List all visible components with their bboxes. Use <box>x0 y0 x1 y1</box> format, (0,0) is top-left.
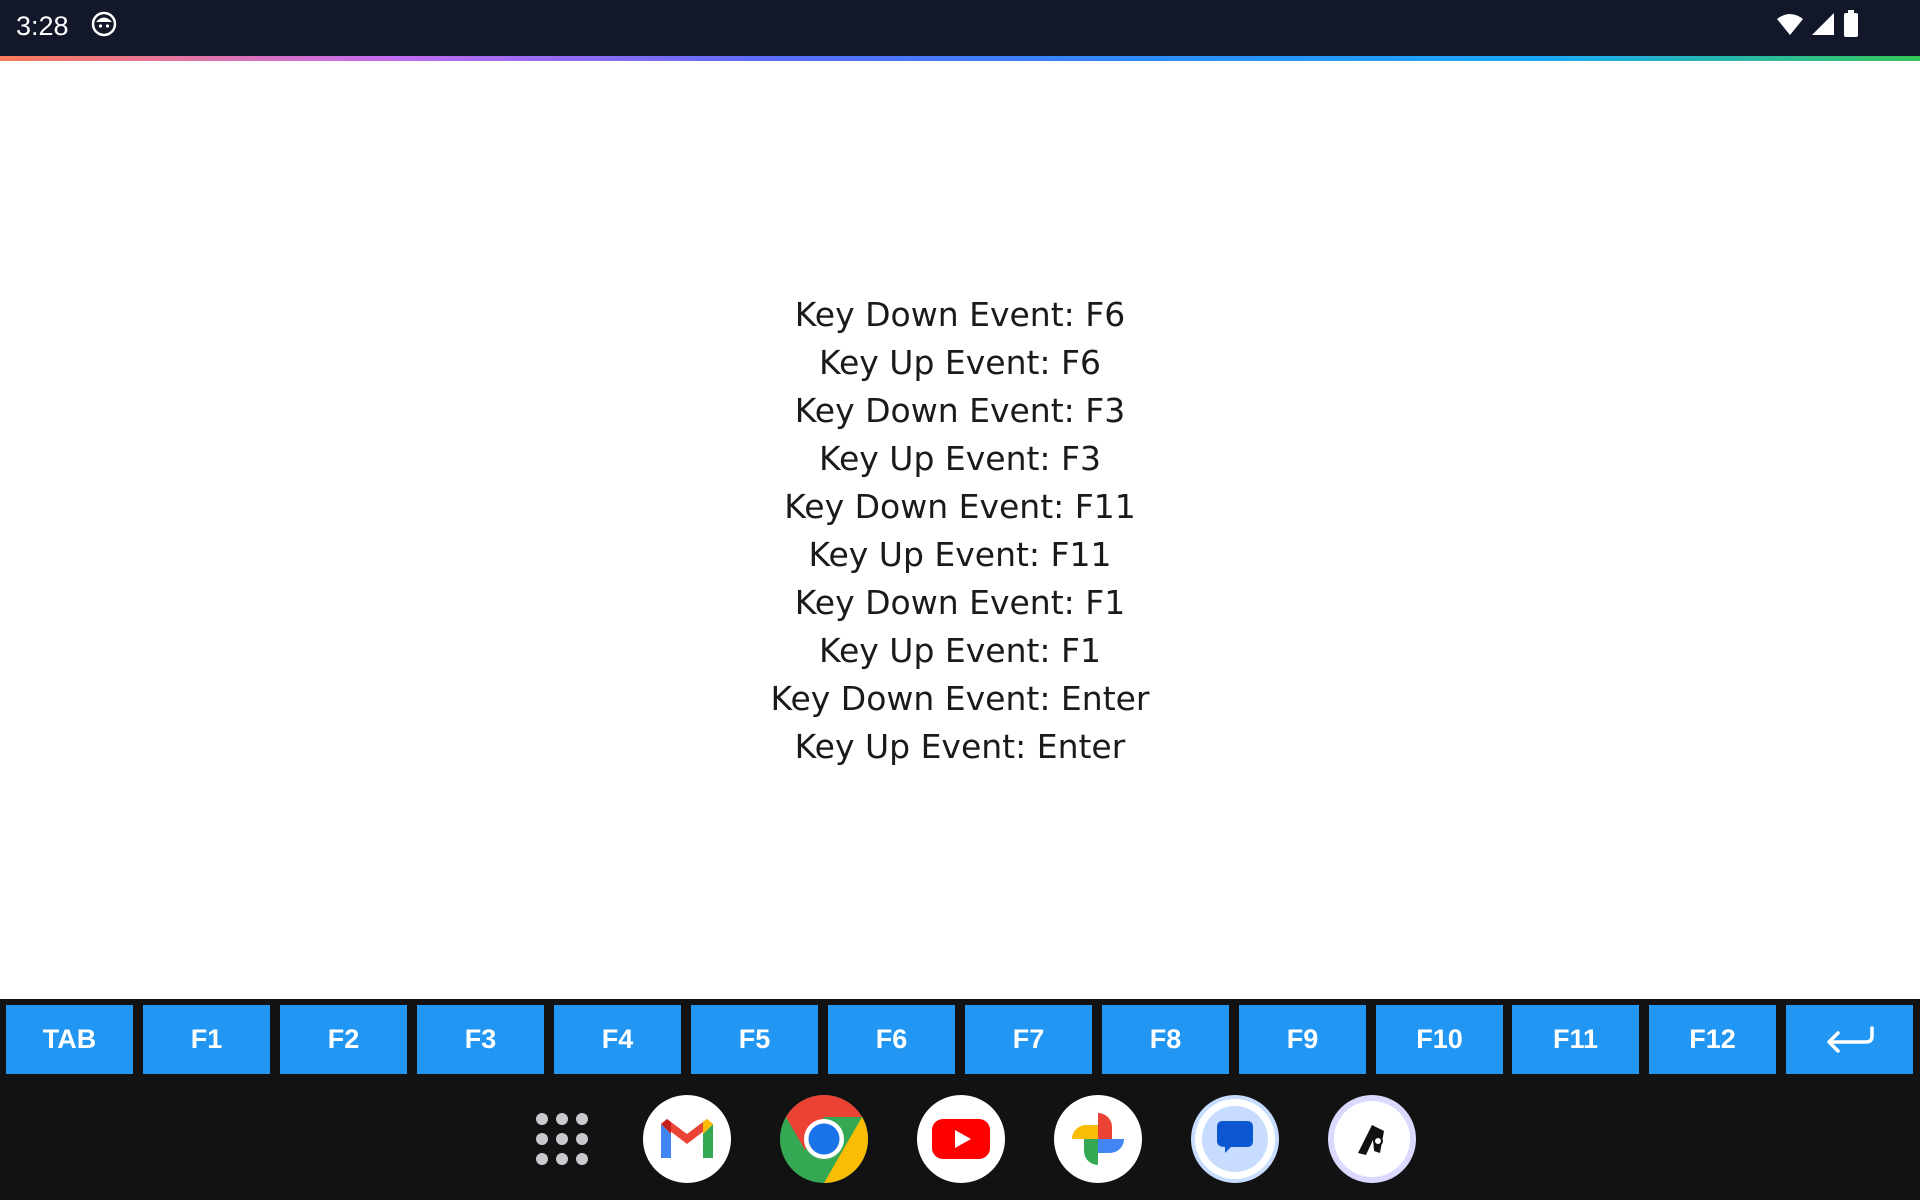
function-key-bar: TAB F1 F2 F3 F4 F5 F6 F7 F8 F9 F10 F11 F… <box>0 999 1920 1084</box>
chrome-app[interactable] <box>780 1095 868 1183</box>
custom-app-icon <box>1334 1101 1410 1177</box>
key-f2-button[interactable]: F2 <box>280 1005 407 1074</box>
event-line: Key Up Event: Enter <box>794 727 1126 766</box>
chrome-icon <box>780 1095 868 1183</box>
cellular-signal-icon <box>1812 13 1834 35</box>
status-time: 3:28 <box>16 11 69 41</box>
app-grid-icon[interactable] <box>534 1111 590 1167</box>
event-line: Key Down Event: F1 <box>794 583 1126 622</box>
key-f1-button[interactable]: F1 <box>143 1005 270 1074</box>
messages-icon <box>1195 1099 1275 1179</box>
key-f11-button[interactable]: F11 <box>1512 1005 1639 1074</box>
youtube-app[interactable] <box>917 1095 1005 1183</box>
battery-icon <box>1844 10 1858 37</box>
messages-app[interactable] <box>1191 1095 1279 1183</box>
event-line: Key Down Event: Enter <box>770 679 1150 718</box>
face-icon <box>91 11 117 37</box>
key-f4-button[interactable]: F4 <box>554 1005 681 1074</box>
photos-app[interactable] <box>1054 1095 1142 1183</box>
key-f12-button[interactable]: F12 <box>1649 1005 1776 1074</box>
wifi-icon <box>1777 14 1803 35</box>
key-f3-button[interactable]: F3 <box>417 1005 544 1074</box>
event-log-area: Key Down Event: F6 Key Up Event: F6 Key … <box>0 61 1920 999</box>
key-f9-button[interactable]: F9 <box>1239 1005 1366 1074</box>
status-icons <box>1776 10 1860 38</box>
event-line: Key Up Event: F1 <box>818 631 1102 670</box>
event-line: Key Up Event: F11 <box>808 535 1112 574</box>
event-line: Key Down Event: F6 <box>794 295 1126 334</box>
key-f8-button[interactable]: F8 <box>1102 1005 1229 1074</box>
dock <box>0 1084 1920 1200</box>
event-line: Key Up Event: F6 <box>818 343 1102 382</box>
event-line: Key Down Event: F3 <box>794 391 1126 430</box>
key-enter-button[interactable] <box>1786 1005 1913 1074</box>
gmail-app[interactable] <box>643 1095 731 1183</box>
event-list: Key Down Event: F6 Key Up Event: F6 Key … <box>0 291 1920 771</box>
gmail-icon <box>661 1119 713 1158</box>
event-line: Key Down Event: F11 <box>784 487 1136 526</box>
event-line: Key Up Event: F3 <box>818 439 1102 478</box>
key-f10-button[interactable]: F10 <box>1376 1005 1503 1074</box>
key-f7-button[interactable]: F7 <box>965 1005 1092 1074</box>
custom-app[interactable] <box>1328 1095 1416 1183</box>
key-f6-button[interactable]: F6 <box>828 1005 955 1074</box>
youtube-icon <box>932 1119 990 1159</box>
enter-return-icon <box>1826 1025 1874 1053</box>
status-bar: 3:28 <box>0 0 1920 58</box>
key-tab-button[interactable]: TAB <box>6 1005 133 1074</box>
key-f5-button[interactable]: F5 <box>691 1005 818 1074</box>
photos-icon <box>1072 1113 1124 1165</box>
